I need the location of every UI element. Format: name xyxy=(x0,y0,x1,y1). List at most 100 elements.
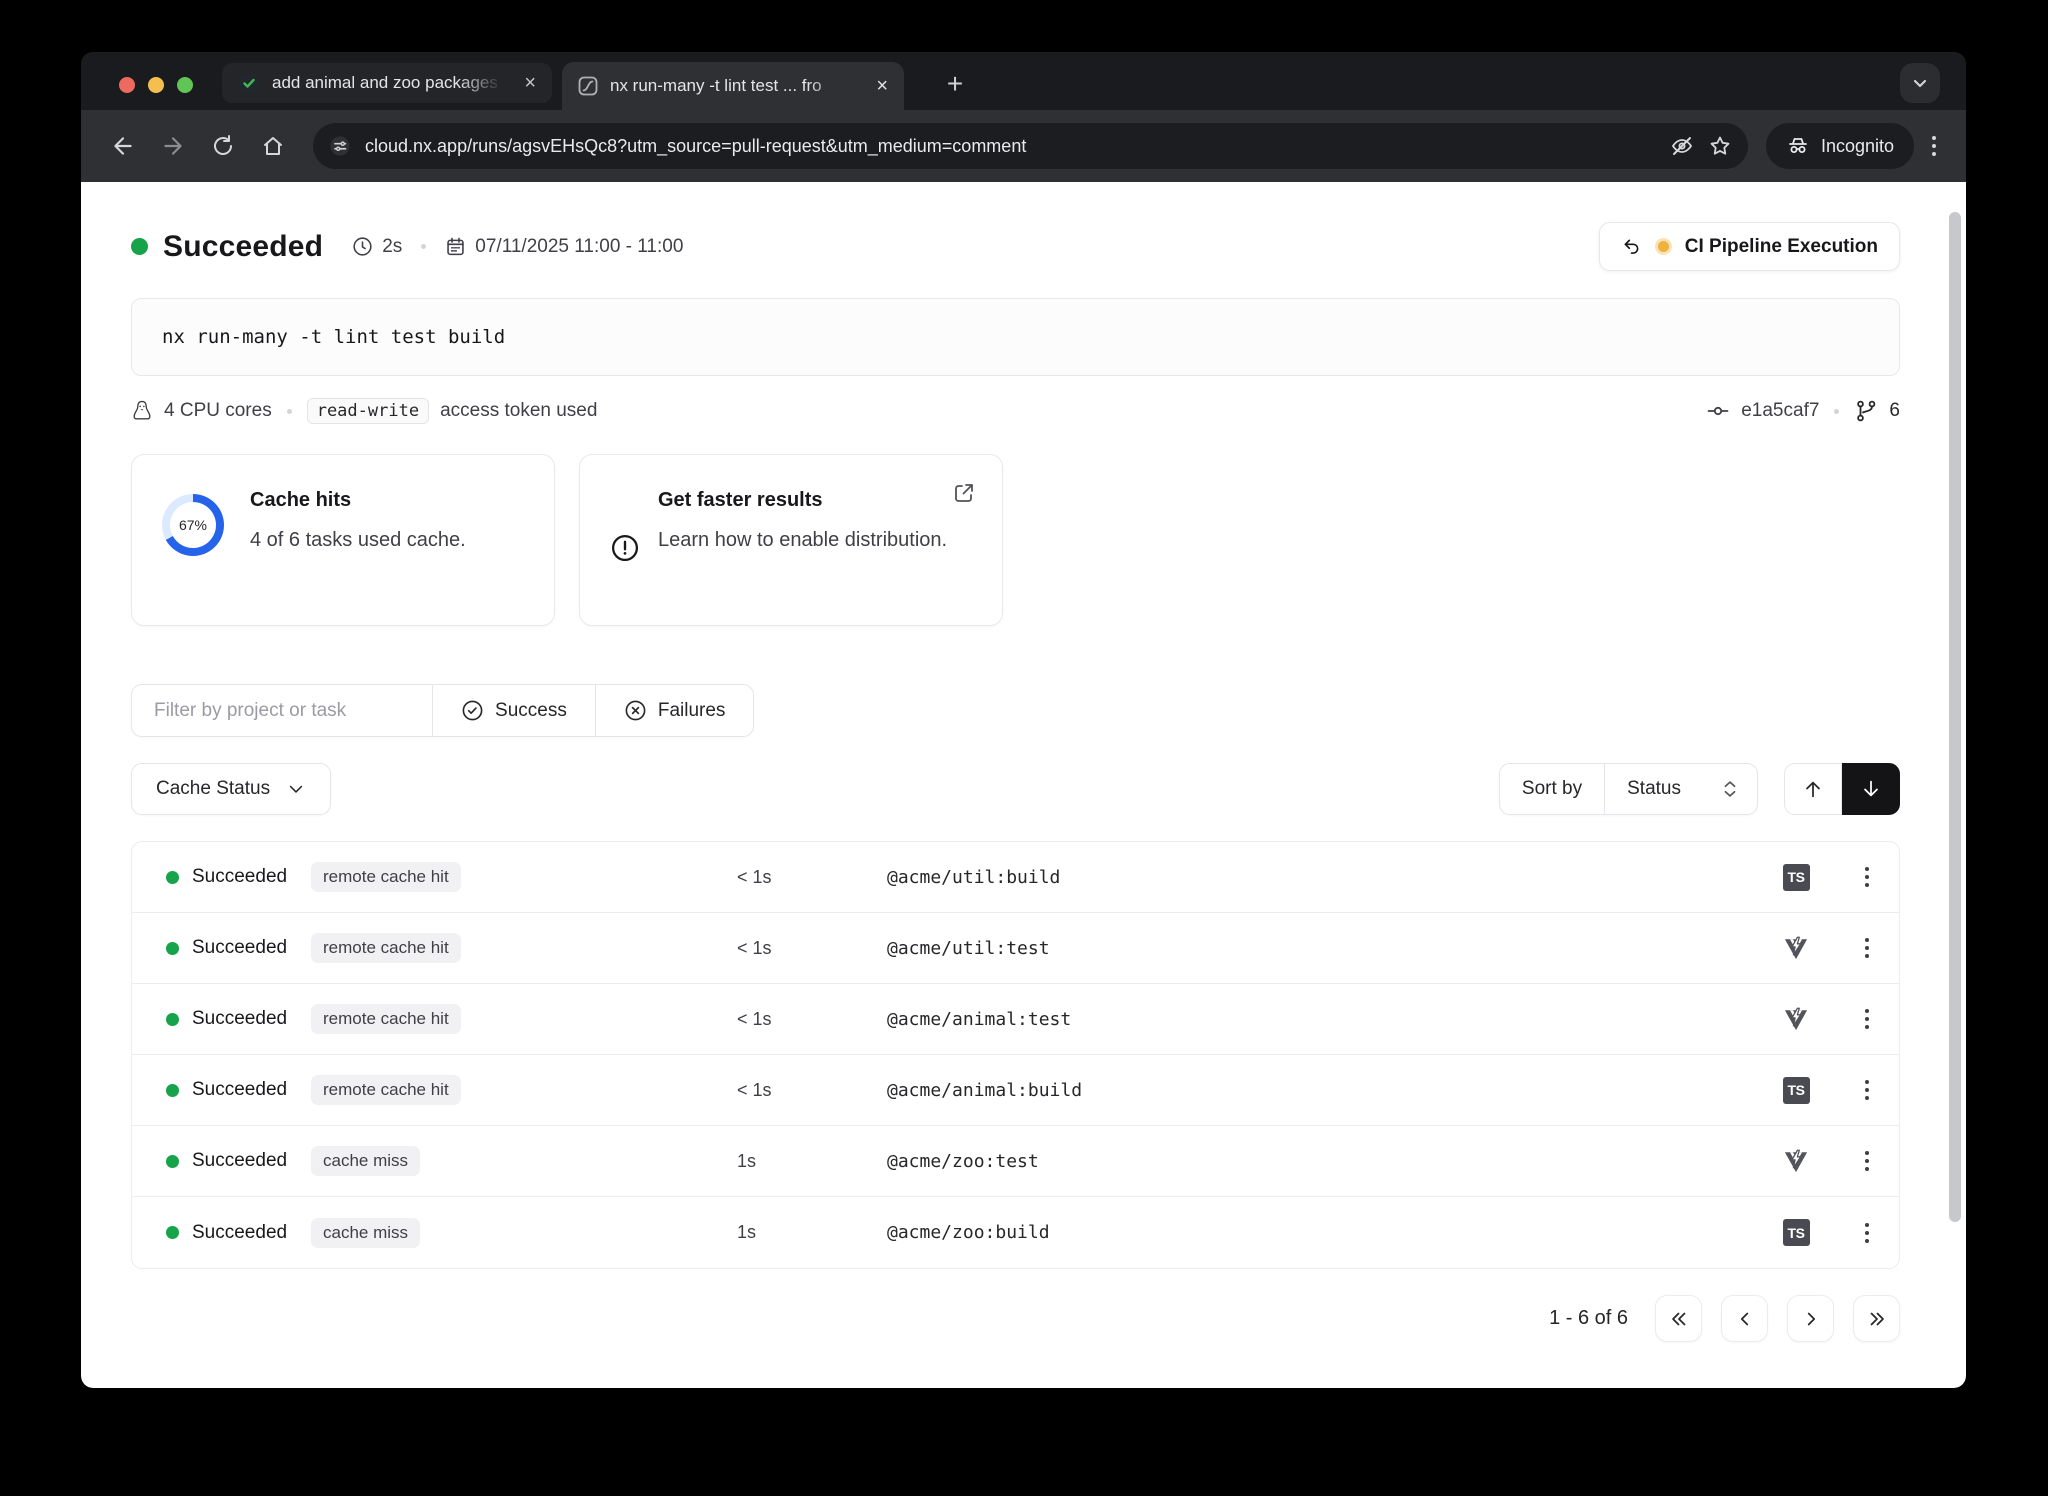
arrow-up-icon xyxy=(1802,778,1824,800)
page-title: Succeeded xyxy=(163,230,323,264)
pagination: 1 - 6 of 6 xyxy=(131,1295,1900,1342)
eye-off-icon[interactable] xyxy=(1670,134,1694,158)
cache-badge: cache miss xyxy=(311,1218,420,1248)
github-check-favicon xyxy=(238,72,260,94)
check-circle-icon xyxy=(461,699,484,722)
next-page-button[interactable] xyxy=(1787,1295,1834,1342)
prev-page-button[interactable] xyxy=(1721,1295,1768,1342)
row-status: Succeeded xyxy=(192,866,287,888)
row-task-name: @acme/animal:build xyxy=(887,1080,1761,1101)
minimize-window-button[interactable] xyxy=(148,77,164,93)
tab-close-icon[interactable]: × xyxy=(522,73,538,93)
sort-group: Sort by Status xyxy=(1499,763,1758,815)
cache-badge: remote cache hit xyxy=(311,933,461,963)
cache-card-title: Cache hits xyxy=(250,489,466,512)
forward-button[interactable] xyxy=(153,126,193,166)
vitest-icon xyxy=(1782,1147,1810,1175)
command-box: nx run-many -t lint test build xyxy=(131,298,1900,376)
tab-pull-request[interactable]: add animal and zoo packages × xyxy=(222,63,552,103)
git-commit-icon xyxy=(1706,399,1730,423)
cache-badge: cache miss xyxy=(311,1146,420,1176)
chevron-left-icon xyxy=(1734,1308,1756,1330)
table-row[interactable]: Succeeded cache miss 1s @acme/zoo:test T… xyxy=(132,1126,1899,1197)
faster-results-card[interactable]: Get faster results Learn how to enable d… xyxy=(579,454,1003,626)
double-chevron-left-icon xyxy=(1668,1308,1690,1330)
row-menu-button[interactable] xyxy=(1859,1217,1875,1249)
forward-icon xyxy=(165,138,180,153)
row-menu-button[interactable] xyxy=(1859,1074,1875,1106)
tab-close-icon[interactable]: × xyxy=(874,76,890,96)
last-page-button[interactable] xyxy=(1853,1295,1900,1342)
back-icon xyxy=(115,138,130,153)
table-row[interactable]: Succeeded remote cache hit < 1s @acme/ut… xyxy=(132,842,1899,913)
table-row[interactable]: Succeeded remote cache hit < 1s @acme/ut… xyxy=(132,913,1899,984)
back-button[interactable] xyxy=(103,126,143,166)
row-duration: < 1s xyxy=(737,867,887,888)
linux-icon xyxy=(131,399,153,423)
tab-nx-run[interactable]: nx run-many -t lint test ... fro × xyxy=(562,62,904,110)
browser-toolbar: cloud.nx.app/runs/agsvEHsQc8?utm_source=… xyxy=(81,110,1966,182)
close-window-button[interactable] xyxy=(119,77,135,93)
row-status: Succeeded xyxy=(192,1008,287,1030)
pipeline-status-dot xyxy=(1655,238,1672,255)
row-task-name: @acme/util:build xyxy=(887,867,1761,888)
tab-strip: add animal and zoo packages × nx run-man… xyxy=(81,52,1966,110)
table-row[interactable]: Succeeded remote cache hit < 1s @acme/an… xyxy=(132,984,1899,1055)
row-menu-button[interactable] xyxy=(1859,861,1875,893)
sort-by-label: Sort by xyxy=(1500,764,1605,814)
pagination-label: 1 - 6 of 6 xyxy=(1549,1307,1628,1330)
row-duration: < 1s xyxy=(737,1080,887,1101)
typescript-icon: TS xyxy=(1783,864,1810,891)
row-menu-button[interactable] xyxy=(1859,1003,1875,1035)
faster-card-title: Get faster results xyxy=(658,489,947,512)
row-task-name: @acme/util:test xyxy=(887,938,1761,959)
access-token-badge: read-write xyxy=(307,398,429,424)
typescript-icon: TS xyxy=(1783,1219,1810,1246)
row-status-dot xyxy=(166,871,179,884)
cache-status-dropdown[interactable]: Cache Status xyxy=(131,763,331,815)
row-menu-button[interactable] xyxy=(1859,932,1875,964)
task-list: Succeeded remote cache hit < 1s @acme/ut… xyxy=(131,841,1900,1269)
select-chevrons-icon xyxy=(1721,778,1739,800)
tab-search-button[interactable] xyxy=(1900,63,1940,103)
bookmark-star-icon[interactable] xyxy=(1708,134,1732,158)
row-menu-button[interactable] xyxy=(1859,1145,1875,1177)
row-status-dot xyxy=(166,1084,179,1097)
browser-menu-button[interactable] xyxy=(1924,128,1944,164)
sort-ascending-button[interactable] xyxy=(1784,763,1842,815)
filter-success-button[interactable]: Success xyxy=(432,685,596,736)
table-row[interactable]: Succeeded remote cache hit < 1s @acme/an… xyxy=(132,1055,1899,1126)
address-bar[interactable]: cloud.nx.app/runs/agsvEHsQc8?utm_source=… xyxy=(313,123,1748,169)
external-link-icon[interactable] xyxy=(952,481,976,505)
filter-failures-button[interactable]: Failures xyxy=(595,685,753,736)
home-button[interactable] xyxy=(253,126,293,166)
branch-count: 6 xyxy=(1889,400,1900,422)
url-text: cloud.nx.app/runs/agsvEHsQc8?utm_source=… xyxy=(365,136,1656,157)
sort-select[interactable]: Status xyxy=(1605,764,1757,814)
scrollbar-thumb[interactable] xyxy=(1949,212,1961,1222)
tab-title: add animal and zoo packages xyxy=(272,73,510,93)
filter-input[interactable] xyxy=(132,685,432,736)
calendar-icon xyxy=(445,236,466,257)
vitest-icon xyxy=(1782,934,1810,962)
clock-icon xyxy=(352,236,373,257)
new-tab-button[interactable]: + xyxy=(937,68,973,100)
zoom-window-button[interactable] xyxy=(177,77,193,93)
sort-descending-button[interactable] xyxy=(1842,763,1900,815)
double-chevron-right-icon xyxy=(1866,1308,1888,1330)
first-page-button[interactable] xyxy=(1655,1295,1702,1342)
table-row[interactable]: Succeeded cache miss 1s @acme/zoo:build … xyxy=(132,1197,1899,1268)
reload-button[interactable] xyxy=(203,126,243,166)
site-settings-icon[interactable] xyxy=(329,135,351,157)
row-task-name: @acme/zoo:test xyxy=(887,1151,1761,1172)
incognito-label: Incognito xyxy=(1821,136,1894,157)
ci-pipeline-label: CI Pipeline Execution xyxy=(1685,236,1878,258)
success-label: Success xyxy=(495,700,567,722)
sort-direction-group xyxy=(1784,763,1900,815)
ci-pipeline-execution-button[interactable]: CI Pipeline Execution xyxy=(1599,222,1900,271)
row-status: Succeeded xyxy=(192,1150,287,1172)
row-task-name: @acme/animal:test xyxy=(887,1009,1761,1030)
return-arrow-icon xyxy=(1621,236,1642,257)
date-range: 07/11/2025 11:00 - 11:00 xyxy=(475,236,683,258)
row-status: Succeeded xyxy=(192,937,287,959)
